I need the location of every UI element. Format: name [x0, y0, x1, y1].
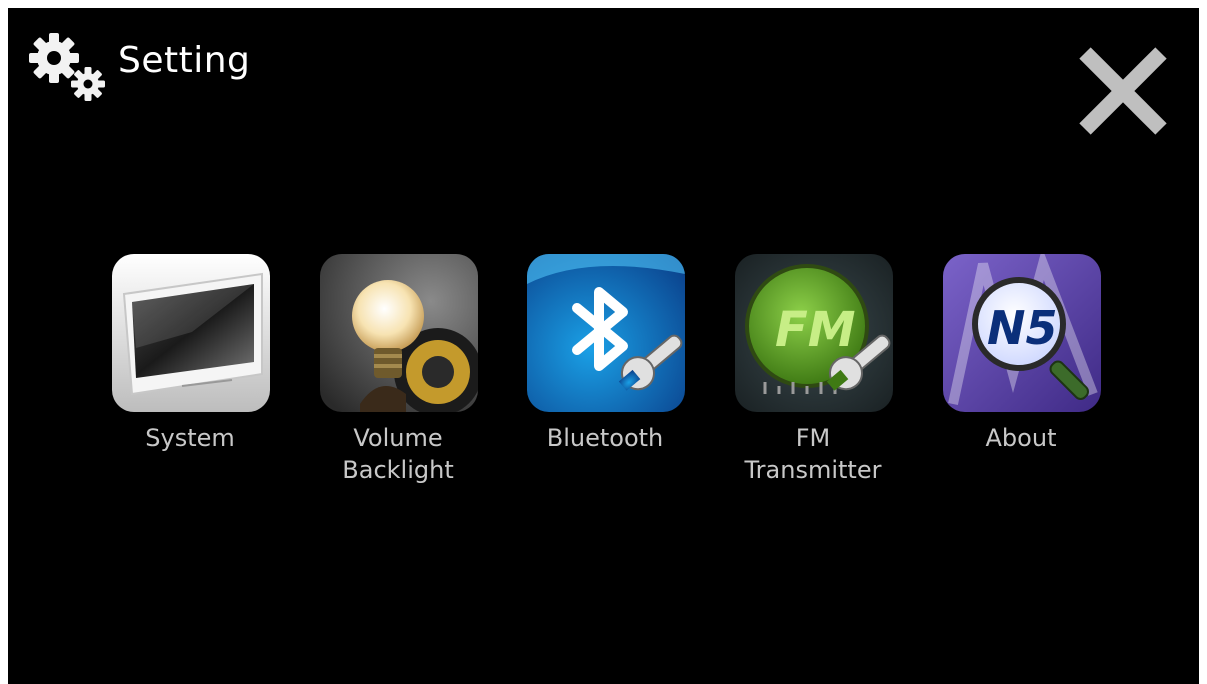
- tile-label: About: [985, 424, 1057, 452]
- tile-bluetooth[interactable]: Bluetooth: [505, 254, 705, 504]
- header: Setting: [26, 28, 250, 108]
- bluetooth-icon: [527, 254, 685, 412]
- about-icon: N5: [943, 254, 1101, 412]
- close-button[interactable]: [1075, 43, 1171, 139]
- settings-tiles: System Volume Backlight Bluetooth FM FM …: [8, 254, 1199, 514]
- tile-system[interactable]: System: [90, 254, 290, 504]
- svg-text:FM: FM: [775, 302, 856, 358]
- settings-screen: Setting System Volume Backlight Bluetoot…: [8, 8, 1199, 684]
- tile-volume-backlight[interactable]: Volume Backlight: [298, 254, 498, 504]
- svg-text:N5: N5: [987, 301, 1058, 355]
- volume-backlight-icon: [320, 254, 478, 412]
- fm-transmitter-icon: FM: [735, 254, 893, 412]
- tile-about[interactable]: N5 About: [921, 254, 1121, 504]
- tile-label: FM Transmitter: [744, 424, 882, 484]
- system-icon: [112, 254, 270, 412]
- tile-label: System: [145, 424, 235, 452]
- gears-icon: [26, 28, 110, 108]
- close-icon: [1079, 47, 1167, 135]
- page-title: Setting: [118, 40, 251, 81]
- tile-label: Bluetooth: [546, 424, 664, 452]
- tile-fm-transmitter[interactable]: FM FM Transmitter: [713, 254, 913, 504]
- tile-label: Volume Backlight: [342, 424, 454, 484]
